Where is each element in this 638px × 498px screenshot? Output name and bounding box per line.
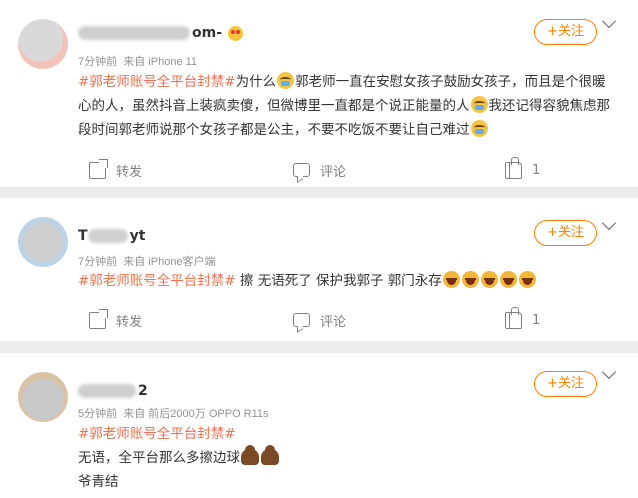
like-button[interactable]: 1 — [505, 306, 541, 332]
angry-emoji-icon — [480, 271, 498, 288]
thumbs-up-icon — [505, 306, 522, 329]
angry-emoji-icon — [499, 271, 517, 288]
post-text: #郭老师账号全平台封禁#为什么 郭老师一直在安慰女孩子鼓励女孩子，而且是个很暖心的… — [78, 72, 610, 138]
avatar[interactable] — [18, 372, 68, 422]
avatar[interactable] — [18, 19, 68, 69]
like-count: 1 — [532, 312, 541, 328]
post-card: om- 7分钟前 来自 iPhone 11 #郭老师账号全平台封禁#为什么 郭老师… — [0, 0, 638, 187]
crying-emoji-icon — [470, 96, 488, 113]
comment-icon — [293, 163, 310, 177]
post-time: 7分钟前 — [78, 256, 118, 268]
comment-button[interactable]: 评论 — [293, 158, 346, 182]
poop-emoji-icon — [261, 445, 279, 465]
avatar[interactable] — [18, 217, 68, 267]
angry-emoji-icon — [518, 271, 536, 288]
hashtag-link[interactable]: #郭老师账号全平台封禁# — [78, 422, 618, 446]
hashtag-link[interactable]: #郭老师账号全平台封禁# — [78, 273, 236, 289]
follow-button[interactable]: +关注 — [534, 19, 597, 45]
username[interactable]: T yt — [78, 227, 145, 245]
forward-button[interactable]: 转发 — [89, 308, 142, 332]
post-actions: 转发 评论 1 — [0, 306, 638, 332]
post-card: 2 5分钟前 来自 前后2000万 OPPO R11s #郭老师账号全平台封禁#… — [0, 353, 638, 498]
comment-button[interactable]: 评论 — [293, 308, 346, 332]
post-source: 来自 前后2000万 OPPO R11s — [123, 408, 269, 420]
forward-button[interactable]: 转发 — [89, 158, 142, 182]
poop-emoji-icon — [241, 445, 259, 465]
post-time: 7分钟前 — [78, 56, 118, 68]
angry-emoji-icon — [442, 271, 460, 288]
comment-icon — [293, 313, 310, 327]
post-text: #郭老师账号全平台封禁# 无语，全平台那么多擦边球 爷青结 — [78, 422, 618, 494]
weibo-comment-feed: om- 7分钟前 来自 iPhone 11 #郭老师账号全平台封禁#为什么 郭老师… — [0, 0, 638, 498]
post-meta: 7分钟前 来自 iPhone 11 — [78, 53, 197, 69]
post-line: 爷青结 — [78, 474, 119, 490]
blurred-username — [78, 26, 190, 40]
heart-eyes-icon — [228, 25, 244, 41]
crying-emoji-icon — [470, 120, 488, 137]
blurred-username — [87, 229, 128, 243]
forward-icon — [89, 308, 108, 329]
post-time: 5分钟前 — [78, 408, 118, 420]
post-actions: 转发 评论 1 — [0, 156, 638, 182]
crying-emoji-icon — [277, 72, 295, 89]
post-line: 无语，全平台那么多擦边球 — [78, 445, 618, 470]
post-meta: 7分钟前 来自 iPhone客户端 — [78, 253, 216, 269]
post-text: #郭老师账号全平台封禁# 擦 无语死了 保护我郭子 郭门永存 — [78, 269, 618, 293]
thumbs-up-icon — [505, 156, 522, 179]
post-source: 来自 iPhone客户端 — [123, 256, 216, 268]
chevron-down-icon[interactable] — [601, 215, 617, 231]
post-source: 来自 iPhone 11 — [123, 56, 198, 68]
username[interactable]: om- — [78, 24, 244, 42]
post-meta: 5分钟前 来自 前后2000万 OPPO R11s — [78, 405, 269, 421]
blurred-username — [78, 384, 136, 398]
follow-button[interactable]: +关注 — [534, 371, 597, 397]
like-button[interactable]: 1 — [505, 156, 541, 182]
forward-icon — [89, 158, 108, 179]
angry-emoji-icon — [461, 271, 479, 288]
post-card: T yt 7分钟前 来自 iPhone客户端 #郭老师账号全平台封禁# 擦 无语… — [0, 198, 638, 341]
hashtag-link[interactable]: #郭老师账号全平台封禁# — [78, 74, 236, 90]
like-count: 1 — [532, 162, 541, 178]
username[interactable]: 2 — [78, 382, 148, 400]
chevron-down-icon[interactable] — [601, 364, 617, 380]
chevron-down-icon[interactable] — [601, 13, 617, 29]
follow-button[interactable]: +关注 — [534, 220, 597, 246]
